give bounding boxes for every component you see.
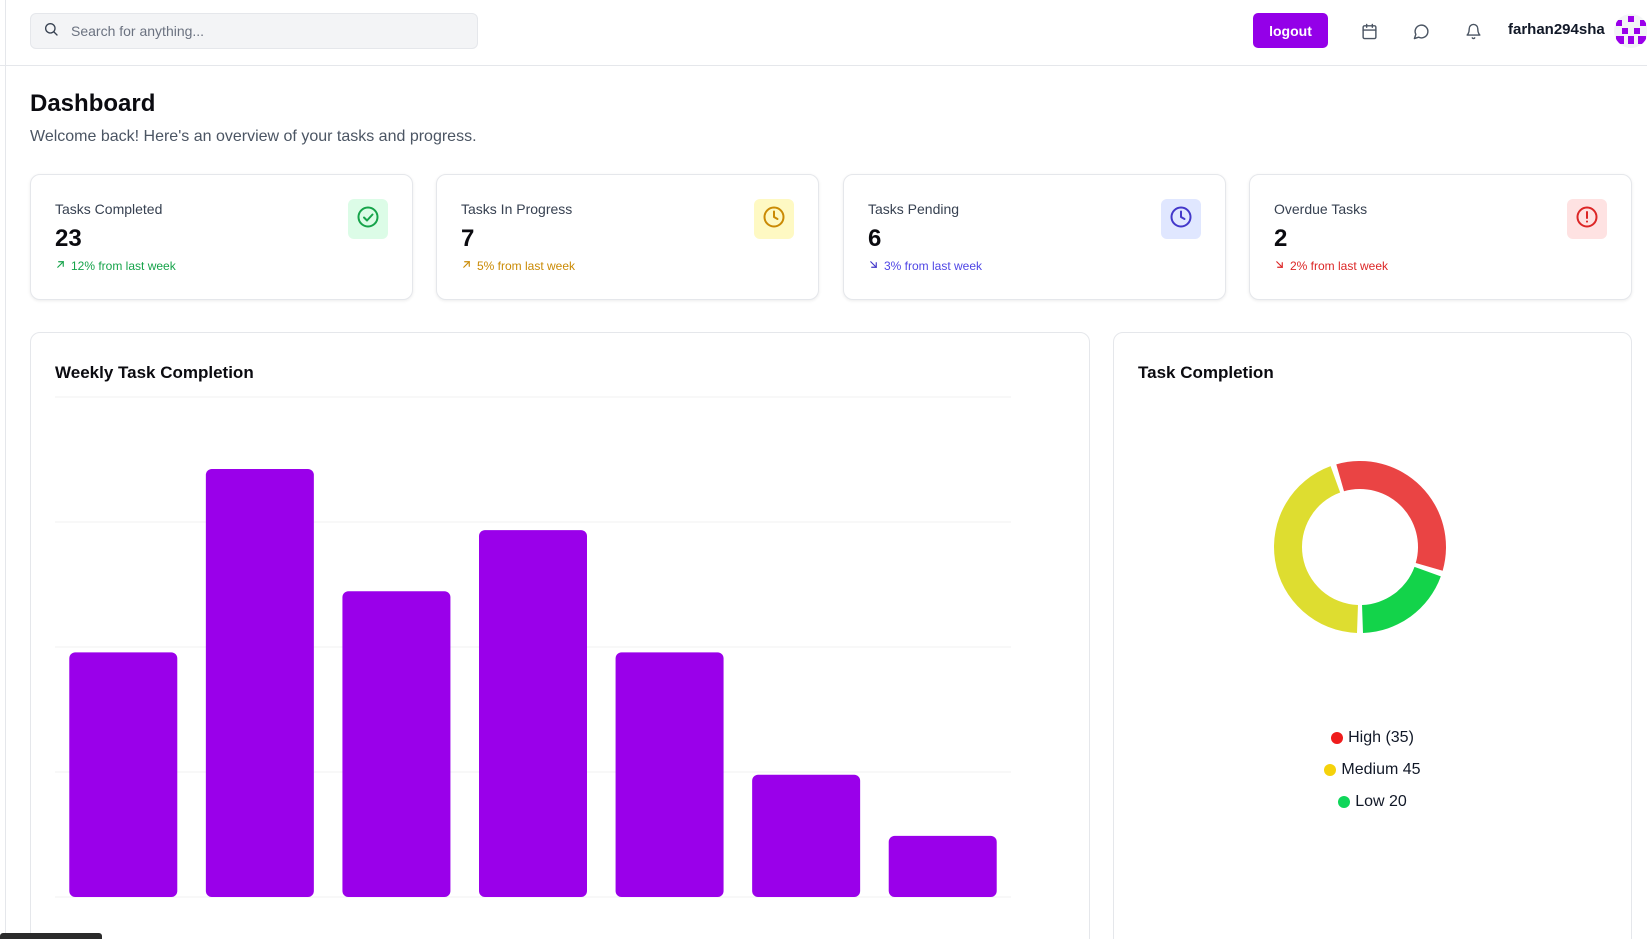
stat-trend-text: 5% from last week xyxy=(477,259,576,273)
stat-card-completed[interactable]: Tasks Completed 23 12% from last week xyxy=(30,174,413,300)
search-input[interactable] xyxy=(71,23,451,39)
bell-icon[interactable] xyxy=(1462,20,1484,42)
task-completion-donut xyxy=(1274,461,1446,633)
legend-item-low[interactable]: Low 20 xyxy=(1338,793,1407,811)
stat-value: 6 xyxy=(868,225,882,252)
top-bar: logout farhan294sha xyxy=(0,0,1647,66)
slice-low[interactable] xyxy=(1362,566,1441,633)
search-icon xyxy=(43,21,59,42)
stat-value: 2 xyxy=(1274,225,1288,252)
slice-high[interactable] xyxy=(1336,461,1446,571)
bar-2[interactable] xyxy=(205,469,314,897)
slice-medium[interactable] xyxy=(1274,466,1358,633)
avatar-icon[interactable] xyxy=(1614,14,1647,48)
stat-trend: 2% from last week xyxy=(1274,259,1388,273)
stat-value: 7 xyxy=(461,225,475,252)
bar-1[interactable] xyxy=(69,652,178,897)
legend-label: High (35) xyxy=(1348,729,1414,746)
stat-badge xyxy=(1161,199,1201,239)
stat-label: Tasks Completed xyxy=(55,201,163,217)
username[interactable]: farhan294sha xyxy=(1508,21,1605,38)
task-completion-card: Task Completion High (35) Medium 45 Low … xyxy=(1113,332,1632,939)
stat-trend: 3% from last week xyxy=(868,259,982,273)
clock-icon xyxy=(1169,205,1193,234)
weekly-chart-card: Weekly Task Completion xyxy=(30,332,1090,939)
alert-circle-icon xyxy=(1575,205,1599,234)
bar-6[interactable] xyxy=(752,774,861,897)
bar-4[interactable] xyxy=(479,530,587,897)
arrow-down-right-icon xyxy=(1274,259,1285,273)
bar-7[interactable] xyxy=(888,835,997,897)
stat-trend: 12% from last week xyxy=(55,259,176,273)
sidebar-edge xyxy=(5,0,6,939)
arrow-up-right-icon xyxy=(461,259,472,273)
bar-5[interactable] xyxy=(615,652,724,897)
legend-dot xyxy=(1331,732,1344,744)
stat-badge xyxy=(754,199,794,239)
arrow-up-right-icon xyxy=(55,259,66,273)
legend-item-high[interactable]: High (35) xyxy=(1331,729,1414,747)
page-subtitle: Welcome back! Here's an overview of your… xyxy=(30,128,477,145)
stat-label: Tasks In Progress xyxy=(461,201,573,217)
legend-dot xyxy=(1338,796,1351,808)
logout-button[interactable]: logout xyxy=(1253,13,1328,48)
bottom-tab xyxy=(0,933,102,939)
arrow-down-right-icon xyxy=(868,259,879,273)
legend-label: Low 20 xyxy=(1355,793,1407,810)
stat-trend-text: 3% from last week xyxy=(884,259,983,273)
stat-trend-text: 12% from last week xyxy=(71,259,176,273)
stat-label: Tasks Pending xyxy=(868,201,960,217)
stat-card-overdue[interactable]: Overdue Tasks 2 2% from last week xyxy=(1249,174,1632,300)
stat-trend: 5% from last week xyxy=(461,259,575,273)
calendar-icon[interactable] xyxy=(1358,20,1380,42)
legend-item-medium[interactable]: Medium 45 xyxy=(1324,761,1421,779)
stat-card-in-progress[interactable]: Tasks In Progress 7 5% from last week xyxy=(436,174,819,300)
legend-label: Medium 45 xyxy=(1341,761,1421,778)
stat-value: 23 xyxy=(55,225,82,252)
search-box[interactable] xyxy=(30,13,478,49)
legend-dot xyxy=(1324,764,1337,776)
stat-trend-text: 2% from last week xyxy=(1290,259,1389,273)
bar-3[interactable] xyxy=(342,591,451,897)
weekly-bar-chart xyxy=(55,396,1011,898)
chart-legend: High (35) Medium 45 Low 20 xyxy=(1114,729,1631,811)
check-circle-icon xyxy=(356,205,380,234)
page-title: Dashboard xyxy=(30,90,156,117)
stat-badge xyxy=(348,199,388,239)
stat-badge xyxy=(1567,199,1607,239)
message-icon[interactable] xyxy=(1410,20,1432,42)
stat-label: Overdue Tasks xyxy=(1274,201,1368,217)
stat-card-pending[interactable]: Tasks Pending 6 3% from last week xyxy=(843,174,1226,300)
clock-icon xyxy=(762,205,786,234)
